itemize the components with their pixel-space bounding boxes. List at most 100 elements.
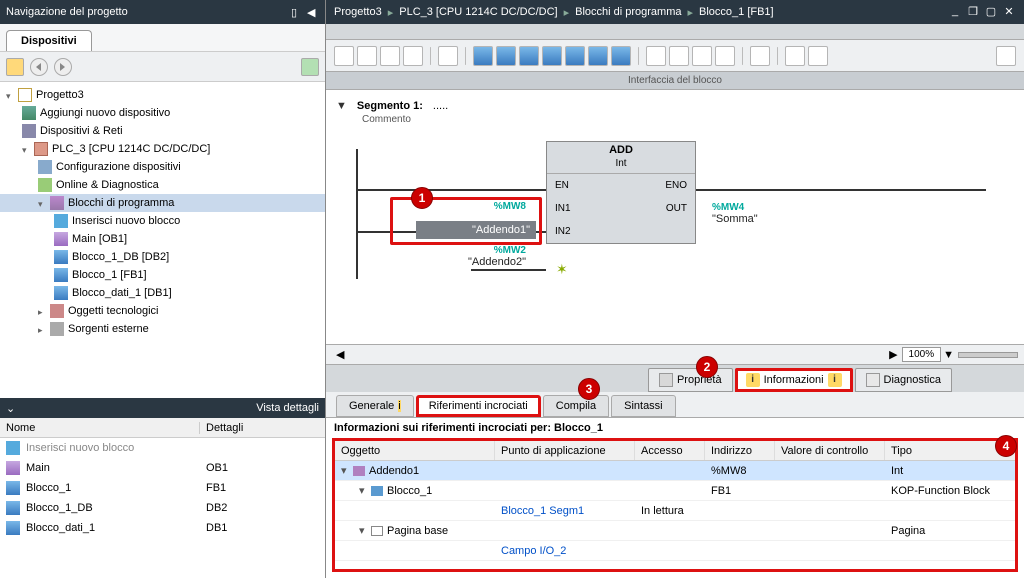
- in2-name[interactable]: "Addendo2": [376, 256, 526, 268]
- collapse-left-icon[interactable]: ◀: [307, 6, 319, 18]
- tool-icon[interactable]: [496, 46, 516, 66]
- maximize-icon[interactable]: ▢: [984, 5, 998, 19]
- crumb[interactable]: Blocco_1 [FB1]: [699, 6, 774, 18]
- annotation-badge-4: 4: [995, 435, 1017, 457]
- editor-area[interactable]: ▼ Segmento 1: ..... Commento ADD Int EN …: [326, 90, 1024, 344]
- tab-properties[interactable]: Proprietà: [648, 368, 733, 392]
- tool-icon[interactable]: [692, 46, 712, 66]
- zoom-dropdown-icon[interactable]: ▼: [943, 349, 954, 361]
- detail-columns: Nome Dettagli: [0, 418, 325, 438]
- out-address: %MW4: [712, 202, 744, 213]
- col-name[interactable]: Nome: [0, 422, 200, 434]
- minimize-icon[interactable]: _: [948, 5, 962, 19]
- tool-icon[interactable]: [750, 46, 770, 66]
- detail-row[interactable]: MainOB1: [0, 458, 325, 478]
- annotation-badge-3: 3: [578, 378, 600, 400]
- xref-row[interactable]: Blocco_1 Segm1In lettura: [335, 501, 1015, 521]
- in2-address: %MW2: [376, 245, 526, 256]
- subtab-xref[interactable]: Riferimenti incrociati: [416, 395, 541, 417]
- xcol-app[interactable]: Punto di applicazione: [495, 441, 635, 460]
- tool-icon[interactable]: [473, 46, 493, 66]
- hscroll-left-icon[interactable]: ◀: [336, 348, 344, 361]
- tree-blocks[interactable]: Blocchi di programma: [0, 194, 325, 212]
- tab-devices[interactable]: Dispositivi: [6, 30, 92, 51]
- xcol-addr[interactable]: Indirizzo: [705, 441, 775, 460]
- zoom-slider[interactable]: [958, 352, 1018, 358]
- tool-icon[interactable]: [808, 46, 828, 66]
- xref-row[interactable]: ▾Addendo1%MW8Int: [335, 461, 1015, 481]
- tool-icon[interactable]: [996, 46, 1016, 66]
- xref-table[interactable]: 4 Oggetto Punto di applicazione Accesso …: [332, 438, 1018, 572]
- ladder-network[interactable]: ADD Int EN ENO IN1 OUT IN2 %MW8 "Addendo…: [356, 139, 996, 289]
- restore-icon[interactable]: ❐: [966, 5, 980, 19]
- new-project-icon[interactable]: [6, 58, 24, 76]
- close-icon[interactable]: ✕: [1002, 5, 1016, 19]
- interface-bar[interactable]: Interfaccia del blocco: [326, 72, 1024, 90]
- crumb[interactable]: PLC_3 [CPU 1214C DC/DC/DC]: [399, 6, 557, 18]
- crumb[interactable]: Blocchi di programma: [575, 6, 681, 18]
- nav-fwd-icon[interactable]: [54, 58, 72, 76]
- tree-add-block[interactable]: Inserisci nuovo blocco: [0, 212, 325, 230]
- tool-icon[interactable]: [565, 46, 585, 66]
- pin-icon[interactable]: ▯: [291, 6, 303, 18]
- segment-toggle-icon[interactable]: ▼: [336, 100, 347, 112]
- detail-row[interactable]: Blocco_1_DBDB2: [0, 498, 325, 518]
- inspector-sub-tabs: Generalei Riferimenti incrociati Compila…: [326, 392, 1024, 418]
- detail-row[interactable]: Blocco_1FB1: [0, 478, 325, 498]
- segment-comment[interactable]: Commento: [336, 114, 1024, 125]
- tree-src[interactable]: Sorgenti esterne: [0, 320, 325, 338]
- tree-devices-nets[interactable]: Dispositivi & Reti: [0, 122, 325, 140]
- tool-icon[interactable]: [785, 46, 805, 66]
- tree-blocco1[interactable]: Blocco_1 [FB1]: [0, 266, 325, 284]
- detail-row[interactable]: Blocco_dati_1DB1: [0, 518, 325, 538]
- col-detail[interactable]: Dettagli: [200, 422, 325, 434]
- tree-plc[interactable]: PLC_3 [CPU 1214C DC/DC/DC]: [0, 140, 325, 158]
- tree-blocco1db[interactable]: Blocco_1_DB [DB2]: [0, 248, 325, 266]
- tab-info[interactable]: iInformazionii: [735, 368, 853, 392]
- tree-add-device[interactable]: Aggiungi nuovo dispositivo: [0, 104, 325, 122]
- tree-main[interactable]: Main [OB1]: [0, 230, 325, 248]
- tree-tech[interactable]: Oggetti tecnologici: [0, 302, 325, 320]
- breadcrumb: Progetto3▸ PLC_3 [CPU 1214C DC/DC/DC]▸ B…: [326, 0, 1024, 24]
- tree-bloccodati[interactable]: Blocco_dati_1 [DB1]: [0, 284, 325, 302]
- add-pin-icon[interactable]: ✶: [556, 261, 568, 278]
- add-instruction-box[interactable]: ADD Int EN ENO IN1 OUT IN2: [546, 141, 696, 244]
- subtab-compile[interactable]: Compila: [543, 395, 609, 417]
- tool-icon[interactable]: [403, 46, 423, 66]
- tree-project[interactable]: Progetto3: [0, 86, 325, 104]
- tab-diagnostics[interactable]: Diagnostica: [855, 368, 952, 392]
- properties-icon: [659, 373, 673, 387]
- xcol-object[interactable]: Oggetto: [335, 441, 495, 460]
- port-in1: IN1: [555, 203, 571, 214]
- tool-icon[interactable]: [646, 46, 666, 66]
- tool-icon[interactable]: [542, 46, 562, 66]
- tool-icon[interactable]: [669, 46, 689, 66]
- hscroll-right-icon[interactable]: ▶: [889, 348, 897, 361]
- tool-icon[interactable]: [380, 46, 400, 66]
- subtab-syntax[interactable]: Sintassi: [611, 395, 676, 417]
- nav-back-icon[interactable]: [30, 58, 48, 76]
- detail-row[interactable]: Inserisci nuovo blocco: [0, 438, 325, 458]
- tool-icon[interactable]: [611, 46, 631, 66]
- view-mode-icon[interactable]: [301, 58, 319, 76]
- xref-row[interactable]: ▾Blocco_1FB1KOP-Function Block: [335, 481, 1015, 501]
- tool-icon[interactable]: [334, 46, 354, 66]
- xcol-access[interactable]: Accesso: [635, 441, 705, 460]
- tool-icon[interactable]: [588, 46, 608, 66]
- xref-row[interactable]: Campo I/O_2: [335, 541, 1015, 561]
- tool-icon[interactable]: [357, 46, 377, 66]
- tree-config[interactable]: Configurazione dispositivi: [0, 158, 325, 176]
- xref-row[interactable]: ▾Pagina basePagina: [335, 521, 1015, 541]
- project-nav-header: Navigazione del progetto ▯ ◀: [0, 0, 325, 24]
- tree-online[interactable]: Online & Diagnostica: [0, 176, 325, 194]
- zoom-control[interactable]: 100% ▼: [902, 347, 954, 362]
- out-name[interactable]: "Somma": [712, 213, 758, 225]
- crumb[interactable]: Progetto3: [334, 6, 382, 18]
- tool-icon[interactable]: [519, 46, 539, 66]
- project-tree[interactable]: Progetto3 Aggiungi nuovo dispositivo Dis…: [0, 82, 325, 398]
- subtab-general[interactable]: Generalei: [336, 395, 414, 417]
- tool-icon[interactable]: [438, 46, 458, 66]
- tool-icon[interactable]: [715, 46, 735, 66]
- zoom-value[interactable]: 100%: [902, 347, 942, 362]
- xcol-val[interactable]: Valore di controllo: [775, 441, 885, 460]
